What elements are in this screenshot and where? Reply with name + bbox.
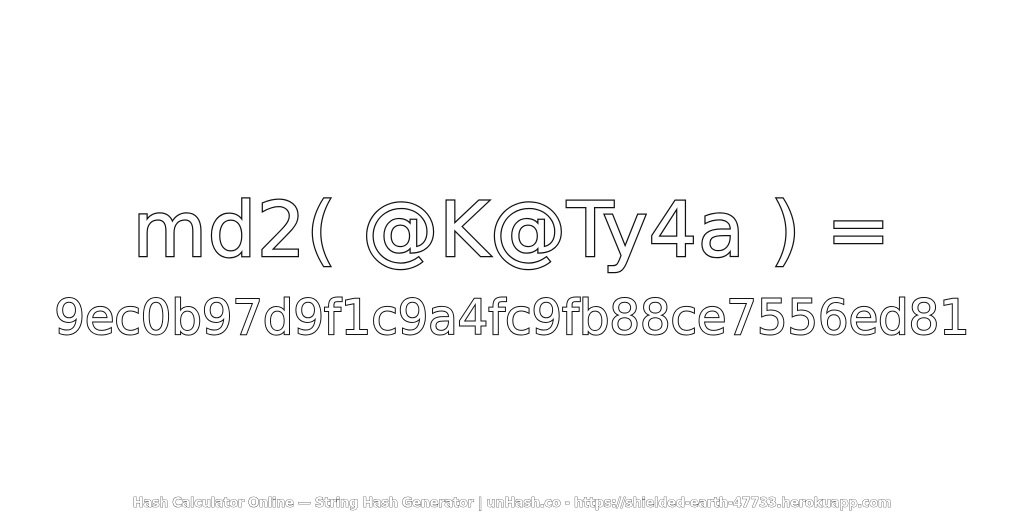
hash-result-text: 9ec0b97d9f1c9a4fc9fb88ce7556ed81 xyxy=(53,289,970,347)
footer-credit-text: Hash Calculator Online — String Hash Gen… xyxy=(132,496,892,512)
hash-image-canvas: md2( @K@Ty4a ) = 9ec0b97d9f1c9a4fc9fb88c… xyxy=(0,0,1024,512)
hash-expression-text: md2( @K@Ty4a ) = xyxy=(132,184,892,276)
